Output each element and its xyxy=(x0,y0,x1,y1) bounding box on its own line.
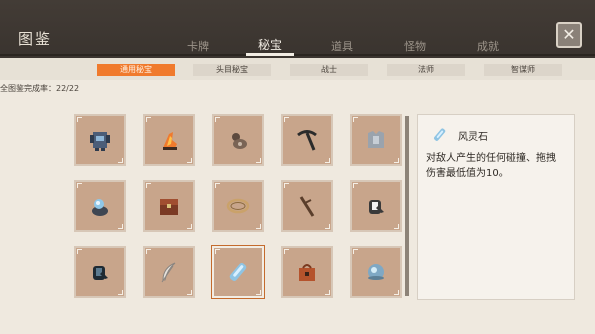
flame-boot-icon xyxy=(163,132,177,150)
item-cell[interactable] xyxy=(143,180,195,232)
item-cell[interactable] xyxy=(212,180,264,232)
tab-monsters[interactable]: 怪物 xyxy=(390,38,440,54)
active-tab-underline xyxy=(246,53,294,56)
filter-warrior[interactable]: 战士 xyxy=(290,64,368,76)
grid-scrollbar[interactable] xyxy=(405,116,409,296)
item-name: 风灵石 xyxy=(458,132,488,143)
item-grid xyxy=(0,96,405,334)
branch-icon xyxy=(299,196,315,217)
item-cell[interactable] xyxy=(350,246,402,298)
wind-spirit-stone-icon xyxy=(229,262,247,282)
filter-general[interactable]: 通用秘宝 xyxy=(97,64,175,76)
tab-treasures[interactable]: 秘宝 xyxy=(245,36,295,53)
item-cell[interactable] xyxy=(281,180,333,232)
chestplate-icon xyxy=(368,131,384,148)
ice-orb-icon xyxy=(368,264,384,280)
item-cell[interactable] xyxy=(143,246,195,298)
item-cell-selected[interactable] xyxy=(212,246,264,298)
filter-bar: 通用秘宝 头目秘宝 战士 法师 智谋师 xyxy=(0,58,595,80)
rope-ring-icon xyxy=(226,198,250,214)
crystal-pot-icon xyxy=(92,199,108,216)
collection-panel: 通用秘宝 头目秘宝 战士 法师 智谋师 全图鉴完成率：22/22 风灵石 对敌人… xyxy=(0,58,595,334)
item-cell[interactable] xyxy=(143,114,195,166)
header-bar: 图鉴 卡牌 秘宝 道具 怪物 成就 ✕ xyxy=(0,0,595,56)
item-description: 对敌人产生的任何碰撞、拖拽伤害最低值为10。 xyxy=(426,153,556,179)
tab-achievements[interactable]: 成就 xyxy=(463,38,513,54)
item-detail-panel: 风灵石 对敌人产生的任何碰撞、拖拽伤害最低值为10。 xyxy=(417,114,575,300)
filter-mage[interactable]: 法师 xyxy=(387,64,465,76)
completion-rate: 全图鉴完成率：22/22 xyxy=(0,84,80,93)
item-cell[interactable] xyxy=(350,180,402,232)
item-cell[interactable] xyxy=(281,246,333,298)
item-cell[interactable] xyxy=(74,246,126,298)
item-cell[interactable] xyxy=(74,114,126,166)
feather-icon xyxy=(161,262,176,283)
gauntlet-icon xyxy=(369,200,384,214)
treasure-chest-icon xyxy=(160,199,178,215)
scroll-thumb[interactable] xyxy=(405,116,409,296)
item-cell[interactable] xyxy=(350,114,402,166)
tab-items[interactable]: 道具 xyxy=(317,38,367,54)
pickaxe-icon xyxy=(297,130,317,151)
close-icon: ✕ xyxy=(562,25,576,44)
page-title: 图鉴 xyxy=(18,30,53,48)
filter-strategist[interactable]: 智谋师 xyxy=(484,64,562,76)
item-cell[interactable] xyxy=(212,114,264,166)
filter-boss[interactable]: 头目秘宝 xyxy=(193,64,271,76)
pouch-icon xyxy=(232,133,247,149)
mechanical-armor-icon xyxy=(90,132,110,151)
wind-spirit-stone-icon xyxy=(434,128,446,141)
dark-gauntlet-icon xyxy=(93,266,108,280)
item-cell[interactable] xyxy=(74,180,126,232)
red-chest-icon xyxy=(299,264,315,281)
tab-cards[interactable]: 卡牌 xyxy=(173,38,223,54)
item-cell[interactable] xyxy=(281,114,333,166)
close-button[interactable]: ✕ xyxy=(556,22,582,48)
